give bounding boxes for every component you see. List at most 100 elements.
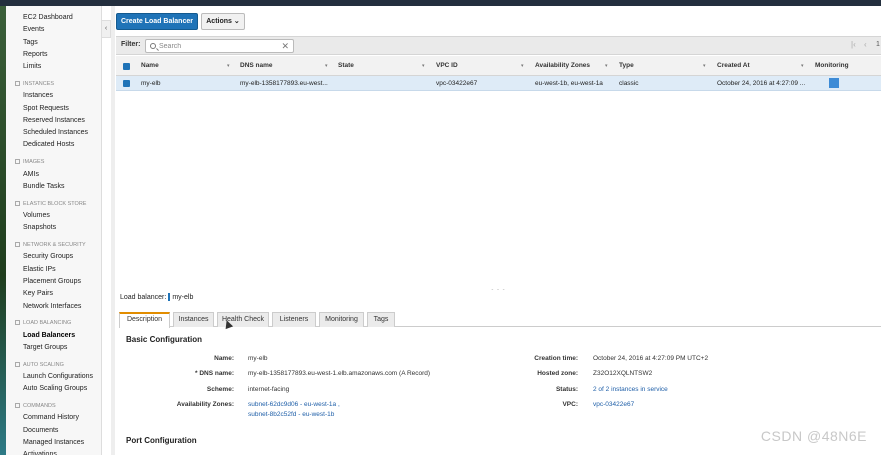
sidebar-item-dedicated-hosts[interactable]: Dedicated Hosts <box>0 139 101 151</box>
search-input[interactable] <box>159 41 277 51</box>
cell-availability-zones: eu-west-1b, eu-west-1a <box>535 80 603 87</box>
collapse-section-icon[interactable] <box>15 200 20 206</box>
title-accent-bar <box>168 293 171 301</box>
sort-icon[interactable]: ▾ <box>521 56 524 76</box>
vpc-value-link[interactable]: vpc-03422e67 <box>593 401 634 408</box>
sidebar-item-limits[interactable]: Limits <box>0 61 101 73</box>
filter-label: Filter: <box>121 41 141 48</box>
collapse-section-icon[interactable] <box>15 403 20 409</box>
tab-listeners[interactable]: Listeners <box>272 312 316 327</box>
sort-icon[interactable]: ▾ <box>703 56 706 76</box>
sidebar-section-ebs[interactable]: ELASTIC BLOCK STORE <box>0 198 101 210</box>
sidebar-item-amis[interactable]: AMIs <box>0 169 101 181</box>
hosted-zone-value: Z32O12XQLNTSW2 <box>593 370 653 377</box>
sidebar-item-spot-requests[interactable]: Spot Requests <box>0 103 101 115</box>
sidebar-item-placement-groups[interactable]: Placement Groups <box>0 276 101 288</box>
column-header-name[interactable]: Name <box>141 56 159 76</box>
sort-icon[interactable]: ▾ <box>325 56 328 76</box>
column-header-vpc-id[interactable]: VPC ID <box>436 56 458 76</box>
sidebar-item-ec2-dashboard[interactable]: EC2 Dashboard <box>0 12 101 24</box>
sidebar-section-label: LOAD BALANCING <box>23 320 72 327</box>
sidebar: EC2 Dashboard Events Tags Reports Limits INST… <box>0 6 102 455</box>
sidebar-item-target-groups[interactable]: Target Groups <box>0 342 101 354</box>
actions-dropdown-button[interactable]: Actions ⌄ <box>201 13 245 30</box>
previous-page-icon[interactable]: ‹ <box>864 40 867 49</box>
create-load-balancer-button[interactable]: Create Load Balancer <box>116 13 198 30</box>
collapse-section-icon[interactable] <box>15 159 20 165</box>
sidebar-item-scheduled-instances[interactable]: Scheduled Instances <box>0 127 101 139</box>
actions-label: Actions <box>206 18 232 25</box>
sidebar-item-snapshots[interactable]: Snapshots <box>0 222 101 234</box>
sidebar-item-reserved-instances[interactable]: Reserved Instances <box>0 115 101 127</box>
sort-icon[interactable]: ▾ <box>605 56 608 76</box>
sidebar-item-security-groups[interactable]: Security Groups <box>0 251 101 263</box>
collapse-sidebar-handle[interactable]: ‹ <box>102 20 111 38</box>
select-all-checkbox[interactable] <box>123 63 130 70</box>
sort-icon[interactable]: ▾ <box>801 56 804 76</box>
cell-dns-name: my-elb-1358177893.eu-west... <box>240 80 328 87</box>
sidebar-item-network-interfaces[interactable]: Network Interfaces <box>0 301 101 313</box>
table-row[interactable]: my-elb my-elb-1358177893.eu-west... vpc-… <box>116 76 881 91</box>
sidebar-item-documents[interactable]: Documents <box>0 425 101 437</box>
sidebar-section-images[interactable]: IMAGES <box>0 156 101 168</box>
tab-monitoring[interactable]: Monitoring <box>319 312 364 327</box>
sidebar-section-auto-scaling[interactable]: AUTO SCALING <box>0 359 101 371</box>
sidebar-item-elastic-ips[interactable]: Elastic IPs <box>0 264 101 276</box>
row-checkbox[interactable] <box>123 80 130 87</box>
clear-search-icon[interactable]: ✕ <box>281 40 289 52</box>
tab-tags[interactable]: Tags <box>367 312 395 327</box>
collapse-section-icon[interactable] <box>15 361 20 367</box>
collapse-section-icon[interactable] <box>15 320 20 326</box>
sidebar-item-auto-scaling-groups[interactable]: Auto Scaling Groups <box>0 383 101 395</box>
column-header-type[interactable]: Type <box>619 56 634 76</box>
main-divider <box>111 6 115 455</box>
status-label: Status: <box>555 386 578 393</box>
sidebar-item-load-balancers[interactable]: Load Balancers <box>0 330 101 342</box>
collapse-section-icon[interactable] <box>15 81 20 87</box>
creation-time-value: October 24, 2016 at 4:27:09 PM UTC+2 <box>593 355 709 362</box>
sidebar-section-network-security[interactable]: NETWORK & SECURITY <box>0 239 101 251</box>
sort-icon[interactable]: ▾ <box>422 56 425 76</box>
sidebar-section-commands[interactable]: COMMANDS <box>0 400 101 412</box>
sidebar-item-bundle-tasks[interactable]: Bundle Tasks <box>0 181 101 193</box>
cell-created-at: October 24, 2016 at 4:27:09 ... <box>717 80 806 87</box>
sidebar-section-load-balancing[interactable]: LOAD BALANCING <box>0 317 101 329</box>
sidebar-item-tags[interactable]: Tags <box>0 37 101 49</box>
sidebar-item-command-history[interactable]: Command History <box>0 412 101 424</box>
sidebar-section-label: AUTO SCALING <box>23 361 64 368</box>
column-header-dns-name[interactable]: DNS name <box>240 56 273 76</box>
sort-icon[interactable]: ▾ <box>227 56 230 76</box>
pane-splitter[interactable]: - - - <box>116 287 881 293</box>
availability-zone-link[interactable]: subnet-62dc9d06 - eu-west-1a , <box>248 401 340 408</box>
basic-configuration-heading: Basic Configuration <box>126 335 203 344</box>
port-configuration-heading: Port Configuration <box>126 436 197 445</box>
availability-zone-link[interactable]: subnet-8b2c52fd - eu-west-1b <box>248 411 334 418</box>
sidebar-section-label: COMMANDS <box>23 403 56 410</box>
first-page-icon[interactable]: |‹ <box>851 40 856 49</box>
column-header-availability-zones[interactable]: Availability Zones <box>535 56 590 76</box>
column-header-created-at[interactable]: Created At <box>717 56 750 76</box>
filter-bar: Filter: ✕ |‹ ‹ 1 <box>116 36 881 55</box>
status-value-link[interactable]: 2 of 2 instances in service <box>593 386 668 393</box>
sidebar-section-label: NETWORK & SECURITY <box>23 242 86 249</box>
top-navigation-bar <box>0 0 881 6</box>
tab-instances[interactable]: Instances <box>173 312 214 327</box>
column-header-state[interactable]: State <box>338 56 354 76</box>
creation-time-label: Creation time: <box>534 355 578 362</box>
name-label: Name: <box>214 355 234 362</box>
sidebar-item-events[interactable]: Events <box>0 24 101 36</box>
column-header-monitoring[interactable]: Monitoring <box>815 56 849 76</box>
collapse-section-icon[interactable] <box>15 242 20 248</box>
sidebar-item-launch-configurations[interactable]: Launch Configurations <box>0 371 101 383</box>
chevron-down-icon: ⌄ <box>233 18 240 25</box>
sidebar-item-managed-instances[interactable]: Managed Instances <box>0 437 101 449</box>
sidebar-item-instances[interactable]: Instances <box>0 90 101 102</box>
tab-description[interactable]: Description <box>119 312 170 328</box>
sidebar-item-reports[interactable]: Reports <box>0 49 101 61</box>
sidebar-item-activations[interactable]: Activations <box>0 449 101 455</box>
sidebar-item-key-pairs[interactable]: Key Pairs <box>0 288 101 300</box>
page-number: 1 <box>876 41 880 48</box>
sidebar-item-volumes[interactable]: Volumes <box>0 210 101 222</box>
sidebar-section-instances[interactable]: INSTANCES <box>0 78 101 90</box>
search-box[interactable]: ✕ <box>145 39 294 53</box>
